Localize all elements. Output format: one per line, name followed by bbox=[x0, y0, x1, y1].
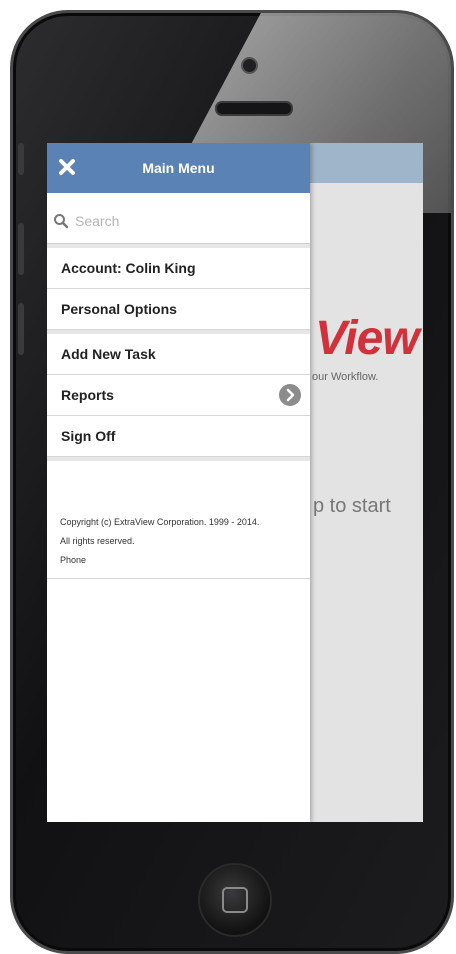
menu-footer: Copyright (c) ExtraView Corporation. 199… bbox=[47, 461, 310, 570]
home-button[interactable] bbox=[198, 863, 272, 937]
menu-item-label: Reports bbox=[61, 387, 114, 403]
menu-item-personal-options[interactable]: Personal Options bbox=[47, 289, 310, 330]
menu-item-add-new-task[interactable]: Add New Task bbox=[47, 334, 310, 375]
menu-title: Main Menu bbox=[142, 160, 215, 176]
footer-divider bbox=[47, 578, 310, 579]
phone-screen: View our Workflow. p to start Main Menu … bbox=[47, 143, 423, 822]
menu-item-label: Sign Off bbox=[61, 428, 116, 444]
home-square-icon bbox=[222, 887, 248, 913]
background-start-text: p to start bbox=[313, 495, 391, 517]
search-bar bbox=[47, 199, 310, 244]
front-camera bbox=[241, 57, 258, 74]
background-tagline: our Workflow. bbox=[312, 371, 379, 383]
menu-item-label: Add New Task bbox=[61, 346, 156, 362]
menu-item-label: Personal Options bbox=[61, 301, 177, 317]
device-text: Phone bbox=[60, 555, 87, 565]
copyright-text: Copyright (c) ExtraView Corporation. 199… bbox=[60, 517, 260, 527]
volume-up-button bbox=[18, 223, 24, 275]
search-input[interactable] bbox=[73, 212, 277, 230]
main-menu-panel: Main Menu Account: Colin King Personal O… bbox=[47, 143, 310, 822]
close-icon[interactable] bbox=[56, 156, 78, 178]
menu-header: Main Menu bbox=[47, 143, 310, 193]
menu-item-account[interactable]: Account: Colin King bbox=[47, 248, 310, 289]
mute-switch bbox=[18, 143, 24, 175]
background-logo: View bbox=[315, 312, 420, 365]
search-icon bbox=[54, 214, 69, 229]
earpiece-speaker bbox=[215, 101, 293, 116]
rights-text: All rights reserved. bbox=[60, 536, 135, 546]
chevron-right-icon bbox=[279, 384, 301, 406]
menu-item-sign-off[interactable]: Sign Off bbox=[47, 416, 310, 457]
menu-item-reports[interactable]: Reports bbox=[47, 375, 310, 416]
menu-item-label: Account: Colin King bbox=[61, 260, 196, 276]
volume-down-button bbox=[18, 303, 24, 355]
